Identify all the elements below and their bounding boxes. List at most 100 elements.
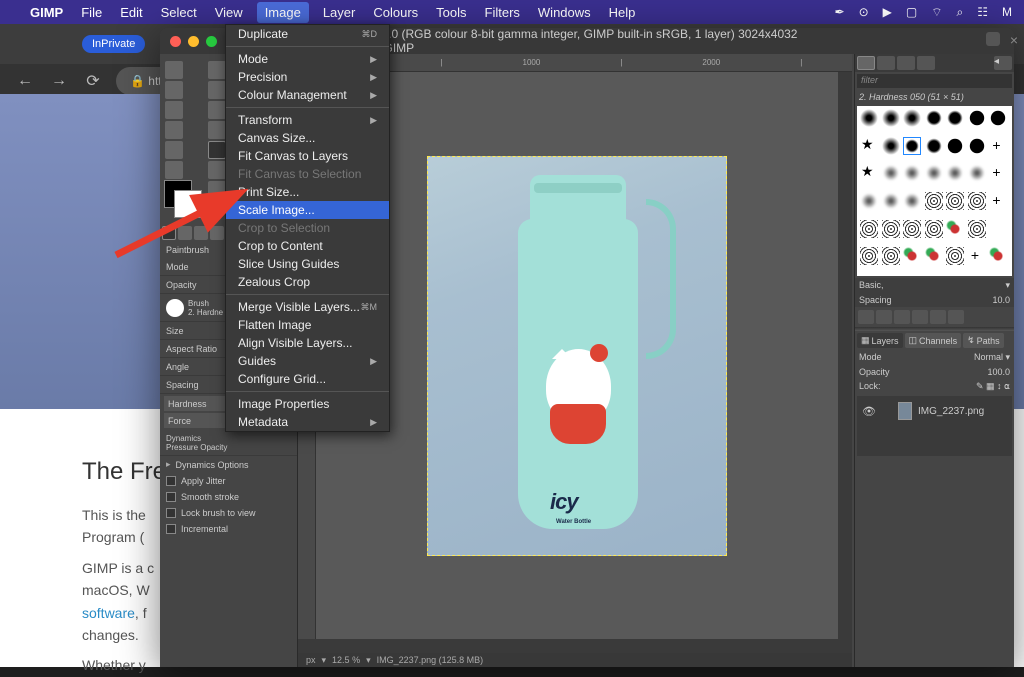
brush-spacing[interactable]: Spacing10.0 [855, 293, 1014, 307]
menu-configure-grid[interactable]: Configure Grid... [226, 370, 389, 388]
browser-new-tab-icon[interactable] [986, 32, 1000, 46]
menu-file[interactable]: File [81, 5, 102, 20]
image-canvas[interactable]: icy Water Bottle [427, 156, 727, 556]
dock-tab-brushes[interactable] [857, 56, 875, 70]
menu-scale-image[interactable]: Scale Image... [226, 201, 389, 219]
brush-item[interactable] [925, 247, 943, 265]
tool-scale[interactable] [165, 101, 183, 119]
options-tab-images[interactable] [194, 226, 208, 240]
dock-tab-patterns[interactable] [877, 56, 895, 70]
tab-channels[interactable]: ◫Channels [905, 333, 962, 348]
brush-item[interactable] [946, 109, 964, 127]
brush-item[interactable] [903, 192, 921, 210]
menu-align-layers[interactable]: Align Visible Layers... [226, 334, 389, 352]
layer-row[interactable]: 👁 IMG_2237.png [860, 399, 1009, 423]
play-icon[interactable]: ▶ [883, 5, 892, 19]
brush-item[interactable] [882, 220, 900, 238]
brush-item[interactable] [989, 164, 1007, 182]
brush-del-button[interactable] [912, 310, 928, 324]
menu-select[interactable]: Select [161, 5, 197, 20]
opt-smooth[interactable]: Smooth stroke [160, 489, 297, 505]
software-link[interactable]: software [82, 605, 135, 621]
brush-item[interactable] [946, 220, 964, 238]
menu-canvas-size[interactable]: Canvas Size... [226, 129, 389, 147]
scrollbar-vertical[interactable] [838, 72, 852, 639]
options-tab-device[interactable] [178, 226, 192, 240]
tool-text[interactable] [208, 121, 226, 139]
options-tab-tool[interactable] [162, 226, 176, 240]
menu-filters[interactable]: Filters [485, 5, 520, 20]
menu-mode[interactable]: Mode▶ [226, 50, 389, 68]
brush-filter[interactable]: filter [857, 74, 1012, 88]
opt-lock-brush[interactable]: Lock brush to view [160, 505, 297, 521]
close-button[interactable] [170, 36, 181, 47]
brush-item[interactable] [989, 192, 1007, 210]
reload-button[interactable]: ⟳ [82, 71, 104, 91]
opt-dynamics[interactable]: DynamicsPressure Opacity [160, 430, 297, 456]
tool-zoom[interactable] [208, 181, 226, 199]
record-icon[interactable]: ⊙ [859, 5, 869, 19]
tool-crop[interactable] [208, 81, 226, 99]
brush-item[interactable] [925, 164, 943, 182]
scrollbar-horizontal[interactable] [298, 639, 852, 653]
brush-item[interactable] [989, 247, 1007, 265]
tool-move[interactable] [165, 61, 183, 79]
menu-merge-layers[interactable]: Merge Visible Layers...⌘M [226, 298, 389, 316]
menu-zealous-crop[interactable]: Zealous Crop [226, 273, 389, 291]
brush-item[interactable] [903, 109, 921, 127]
menu-tools[interactable]: Tools [436, 5, 466, 20]
control-center-icon[interactable]: ☷ [977, 5, 988, 19]
brush-item[interactable] [860, 220, 878, 238]
menu-guides[interactable]: Guides▶ [226, 352, 389, 370]
brush-item[interactable] [968, 220, 986, 238]
zoom-button[interactable] [206, 36, 217, 47]
feather-icon[interactable]: ✒ [835, 5, 845, 19]
brush-item[interactable] [860, 164, 878, 182]
layer-lock[interactable]: Lock:✎ ▦ ↕ ⍺ [855, 379, 1014, 394]
brush-item[interactable] [882, 137, 900, 155]
menu-crop-content[interactable]: Crop to Content [226, 237, 389, 255]
brush-item[interactable] [970, 138, 984, 152]
back-button[interactable]: ← [14, 72, 36, 90]
unit-selector[interactable]: px [306, 655, 316, 665]
link-icon[interactable] [880, 405, 892, 417]
menu-image-properties[interactable]: Image Properties [226, 395, 389, 413]
layer-mode[interactable]: ModeNormal ▾ [855, 350, 1014, 365]
brush-item[interactable] [946, 164, 964, 182]
brush-item-selected[interactable] [903, 137, 921, 155]
tool-fuzzy[interactable] [165, 81, 183, 99]
battery-icon[interactable]: ▢ [906, 5, 917, 19]
brush-item[interactable] [925, 109, 943, 127]
tool-flip[interactable] [208, 101, 226, 119]
menu-view[interactable]: View [215, 5, 243, 20]
tool-select[interactable] [208, 61, 226, 79]
brush-item[interactable] [989, 137, 1007, 155]
dock-menu-button[interactable]: ◂ [994, 56, 1012, 70]
brush-item[interactable] [860, 109, 878, 127]
menu-windows[interactable]: Windows [538, 5, 591, 20]
brush-refresh-button[interactable] [930, 310, 946, 324]
menu-image[interactable]: Image [257, 2, 309, 23]
brush-item[interactable] [925, 192, 943, 210]
wifi-icon[interactable]: ⌔ [931, 5, 942, 20]
menu-edit[interactable]: Edit [120, 5, 142, 20]
layer-opacity[interactable]: Opacity100.0 [855, 365, 1014, 379]
tool-smudge[interactable] [208, 161, 226, 179]
browser-tab-close-icon[interactable]: × [1010, 32, 1018, 48]
brush-new-button[interactable] [876, 310, 892, 324]
minimize-button[interactable] [188, 36, 199, 47]
opt-incremental[interactable]: Incremental [160, 521, 297, 537]
menu-layer[interactable]: Layer [323, 5, 356, 20]
search-icon[interactable]: ⌕ [957, 5, 964, 20]
menu-flatten[interactable]: Flatten Image [226, 316, 389, 334]
brush-item[interactable] [860, 192, 878, 210]
options-tab-undo[interactable] [210, 226, 224, 240]
brush-item[interactable] [925, 137, 943, 155]
tool-paintbrush[interactable] [208, 141, 226, 159]
menu-slice-guides[interactable]: Slice Using Guides [226, 255, 389, 273]
menu-color-management[interactable]: Colour Management▶ [226, 86, 389, 104]
brush-item[interactable] [968, 164, 986, 182]
brush-item[interactable] [882, 247, 900, 265]
menu-colours[interactable]: Colours [373, 5, 418, 20]
forward-button[interactable]: → [48, 72, 70, 90]
